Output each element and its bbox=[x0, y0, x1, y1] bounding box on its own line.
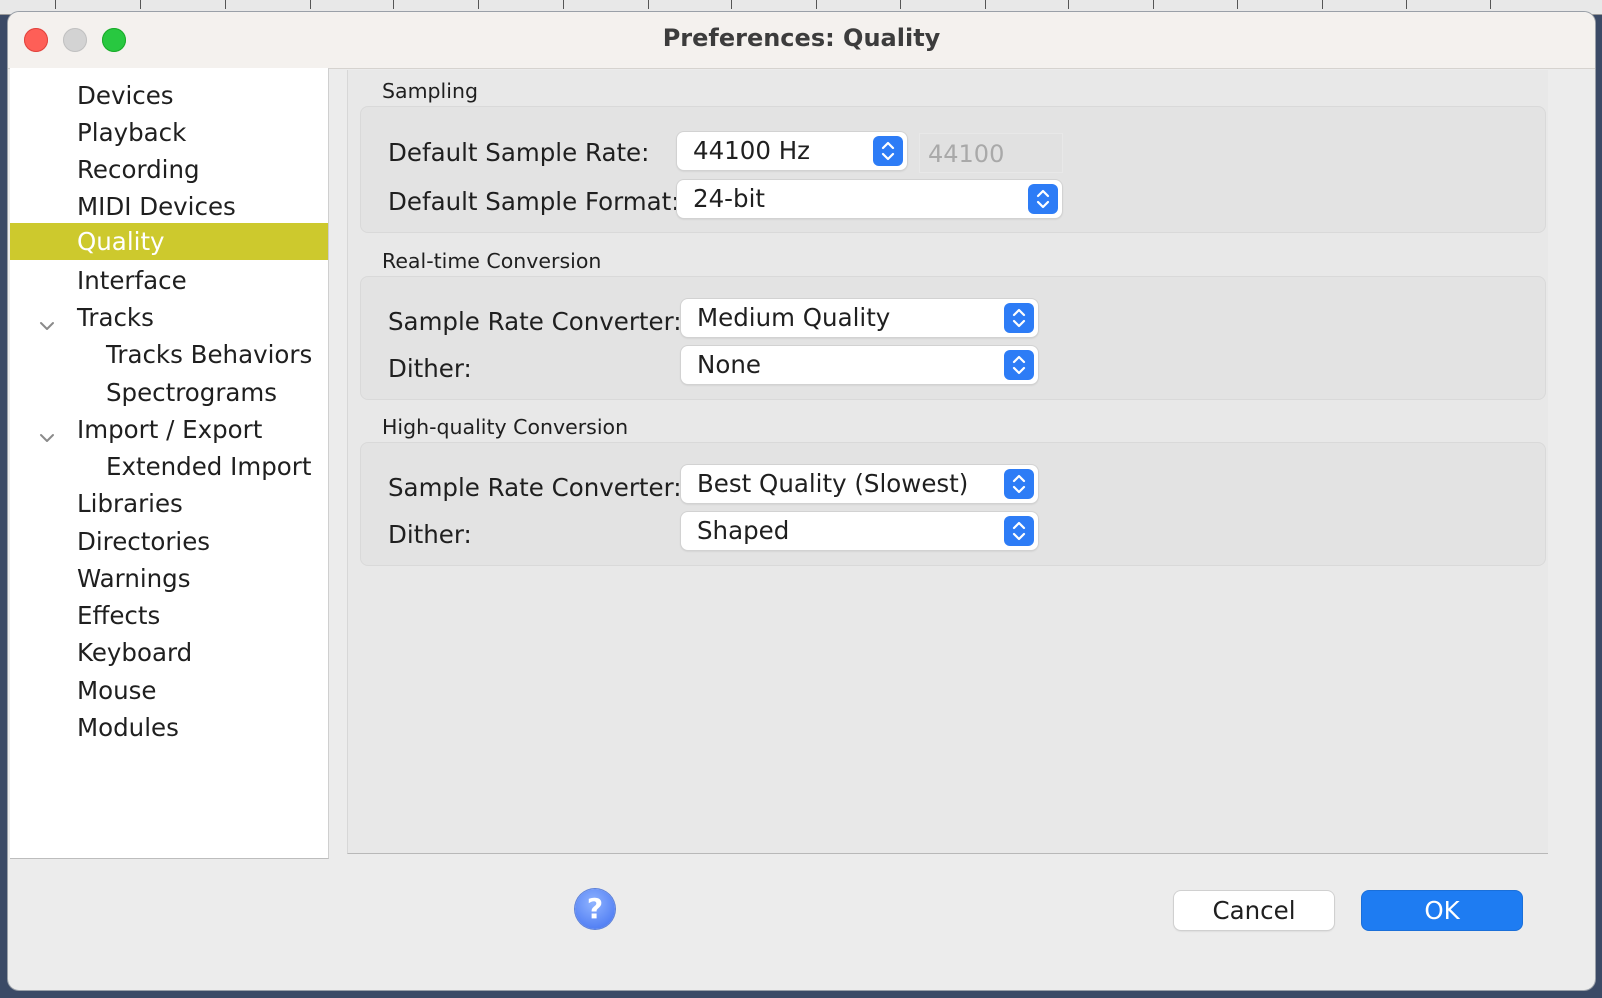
chevron-down-icon[interactable] bbox=[38, 308, 56, 330]
sidebar-item-label: Tracks Behaviors bbox=[106, 340, 313, 369]
title-bar[interactable]: Preferences: Quality bbox=[8, 12, 1595, 69]
sidebar-item-label: Tracks bbox=[77, 303, 154, 332]
default-sample-rate-select[interactable]: 44100 Hz bbox=[677, 132, 907, 170]
sidebar-item-tracks[interactable]: Tracks bbox=[10, 299, 328, 336]
sidebar-item-mouse[interactable]: Mouse bbox=[10, 672, 328, 709]
sidebar-item-effects[interactable]: Effects bbox=[10, 597, 328, 634]
default-sample-format-label: Default Sample Format: bbox=[388, 187, 680, 216]
sidebar-item-label: Spectrograms bbox=[106, 378, 278, 407]
ruler-tick bbox=[1406, 0, 1407, 9]
default-sample-format-value: 24-bit bbox=[693, 184, 765, 213]
sidebar-item-directories[interactable]: Directories bbox=[10, 523, 328, 560]
sidebar-item-label: Libraries bbox=[77, 489, 183, 518]
cancel-button[interactable]: Cancel bbox=[1174, 891, 1334, 930]
ruler-tick bbox=[225, 0, 226, 9]
realtime-dither-value: None bbox=[697, 350, 761, 379]
preferences-sidebar: Devices Playback Recording MIDI Devices … bbox=[10, 68, 329, 859]
ok-button[interactable]: OK bbox=[1362, 891, 1522, 930]
up-down-arrows-icon bbox=[873, 136, 903, 166]
default-sample-rate-value: 44100 Hz bbox=[693, 136, 811, 165]
sidebar-item-label: MIDI Devices bbox=[77, 192, 236, 221]
ruler-tick bbox=[1153, 0, 1154, 9]
up-down-arrows-icon bbox=[1028, 184, 1058, 214]
hq-sample-rate-converter-value: Best Quality (Slowest) bbox=[697, 469, 969, 498]
sidebar-item-label: Playback bbox=[77, 118, 187, 147]
hq-dither-select[interactable]: Shaped bbox=[681, 512, 1038, 550]
ruler-tick bbox=[985, 0, 986, 9]
preferences-window: Preferences: Quality Devices Playback Re… bbox=[8, 12, 1595, 990]
realtime-dither-select[interactable]: None bbox=[681, 346, 1038, 384]
ruler-tick bbox=[816, 0, 817, 9]
sidebar-item-label: Interface bbox=[77, 266, 187, 295]
ruler-tick bbox=[731, 0, 732, 9]
sidebar-item-label: Extended Import bbox=[106, 452, 312, 481]
sidebar-item-label: Mouse bbox=[77, 676, 157, 705]
ruler-tick bbox=[55, 0, 56, 9]
custom-sample-rate-field: 44100 bbox=[919, 133, 1063, 173]
realtime-sample-rate-converter-select[interactable]: Medium Quality bbox=[681, 299, 1038, 337]
quality-settings-panel: Sampling Default Sample Rate: 44100 Hz 4… bbox=[347, 70, 1548, 854]
sidebar-item-modules[interactable]: Modules bbox=[10, 709, 328, 746]
sidebar-item-quality[interactable]: Quality bbox=[10, 223, 328, 260]
ruler-tick bbox=[1068, 0, 1069, 9]
sampling-group-title: Sampling bbox=[382, 79, 478, 103]
high-quality-conversion-group: Sample Rate Converter: Best Quality (Slo… bbox=[360, 442, 1546, 566]
default-sample-format-select[interactable]: 24-bit bbox=[677, 180, 1062, 218]
realtime-conversion-group-title: Real-time Conversion bbox=[382, 249, 602, 273]
up-down-arrows-icon bbox=[1004, 350, 1034, 380]
default-sample-rate-label: Default Sample Rate: bbox=[388, 138, 650, 167]
sidebar-item-label: Recording bbox=[77, 155, 200, 184]
sidebar-item-midi-devices[interactable]: MIDI Devices bbox=[10, 188, 328, 225]
window-title: Preferences: Quality bbox=[662, 24, 941, 52]
ruler-tick bbox=[900, 0, 901, 9]
up-down-arrows-icon bbox=[1004, 469, 1034, 499]
hq-dither-value: Shaped bbox=[697, 516, 790, 545]
help-icon: ? bbox=[586, 892, 604, 925]
ruler-tick bbox=[648, 0, 649, 9]
sidebar-item-extended-import[interactable]: Extended Import bbox=[10, 448, 328, 485]
sidebar-item-label: Directories bbox=[77, 527, 211, 556]
sidebar-item-interface[interactable]: Interface bbox=[10, 262, 328, 299]
ruler-tick bbox=[563, 0, 564, 9]
custom-sample-rate-placeholder: 44100 bbox=[928, 140, 1005, 168]
sidebar-item-recording[interactable]: Recording bbox=[10, 151, 328, 188]
up-down-arrows-icon bbox=[1004, 303, 1034, 333]
hq-dither-label: Dither: bbox=[388, 520, 472, 549]
sidebar-item-label: Modules bbox=[77, 713, 179, 742]
sidebar-item-label: Devices bbox=[77, 81, 174, 110]
ruler-tick bbox=[478, 0, 479, 9]
sidebar-item-spectrograms[interactable]: Spectrograms bbox=[10, 374, 328, 411]
sidebar-item-keyboard[interactable]: Keyboard bbox=[10, 634, 328, 671]
ruler-tick bbox=[1237, 0, 1238, 9]
sidebar-item-devices[interactable]: Devices bbox=[10, 77, 328, 114]
sidebar-item-libraries[interactable]: Libraries bbox=[10, 485, 328, 522]
sidebar-item-warnings[interactable]: Warnings bbox=[10, 560, 328, 597]
hq-sample-rate-converter-select[interactable]: Best Quality (Slowest) bbox=[681, 465, 1038, 503]
sidebar-item-import-export[interactable]: Import / Export bbox=[10, 411, 328, 448]
ruler-tick bbox=[393, 0, 394, 9]
sidebar-item-label: Effects bbox=[77, 601, 161, 630]
realtime-sample-rate-converter-label: Sample Rate Converter: bbox=[388, 307, 682, 336]
sidebar-item-tracks-behaviors[interactable]: Tracks Behaviors bbox=[10, 336, 328, 373]
sidebar-item-label: Quality bbox=[77, 227, 165, 256]
high-quality-conversion-group-title: High-quality Conversion bbox=[382, 415, 629, 439]
sidebar-item-label: Import / Export bbox=[77, 415, 263, 444]
ruler-tick bbox=[1322, 0, 1323, 9]
sidebar-item-playback[interactable]: Playback bbox=[10, 114, 328, 151]
up-down-arrows-icon bbox=[1004, 516, 1034, 546]
help-button[interactable]: ? bbox=[575, 889, 615, 929]
sampling-group: Default Sample Rate: 44100 Hz 44100 Defa… bbox=[360, 106, 1546, 233]
realtime-conversion-group: Sample Rate Converter: Medium Quality Di… bbox=[360, 276, 1546, 400]
sidebar-item-label: Keyboard bbox=[77, 638, 193, 667]
ruler-tick bbox=[310, 0, 311, 9]
realtime-dither-label: Dither: bbox=[388, 354, 472, 383]
ruler-tick bbox=[1490, 0, 1491, 9]
sidebar-item-label: Warnings bbox=[77, 564, 191, 593]
realtime-sample-rate-converter-value: Medium Quality bbox=[697, 303, 891, 332]
ruler-tick bbox=[140, 0, 141, 9]
chevron-down-icon[interactable] bbox=[38, 420, 56, 442]
hq-sample-rate-converter-label: Sample Rate Converter: bbox=[388, 473, 682, 502]
